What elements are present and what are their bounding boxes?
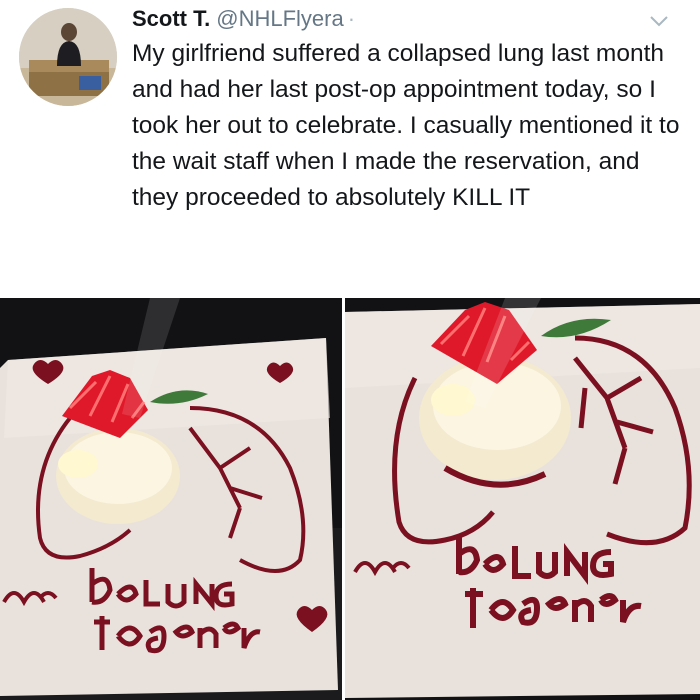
tweet: Scott T.@NHLFlyera My girlfriend suffere… [0, 0, 700, 300]
tweet-header: Scott T. @NHLFlyera [132, 4, 355, 34]
dessert-photo-right[interactable] [345, 298, 700, 700]
chevron-down-icon[interactable] [648, 10, 670, 32]
author-handle[interactable]: @NHLFlyera [216, 6, 355, 31]
avatar[interactable] [19, 8, 117, 106]
tweet-text: My girlfriend suffered a collapsed lung … [132, 40, 680, 211]
avatar-image [19, 8, 117, 106]
tweet-media[interactable] [0, 298, 700, 700]
author-name[interactable]: Scott T. [132, 6, 210, 31]
dessert-photo-left[interactable] [0, 298, 342, 700]
